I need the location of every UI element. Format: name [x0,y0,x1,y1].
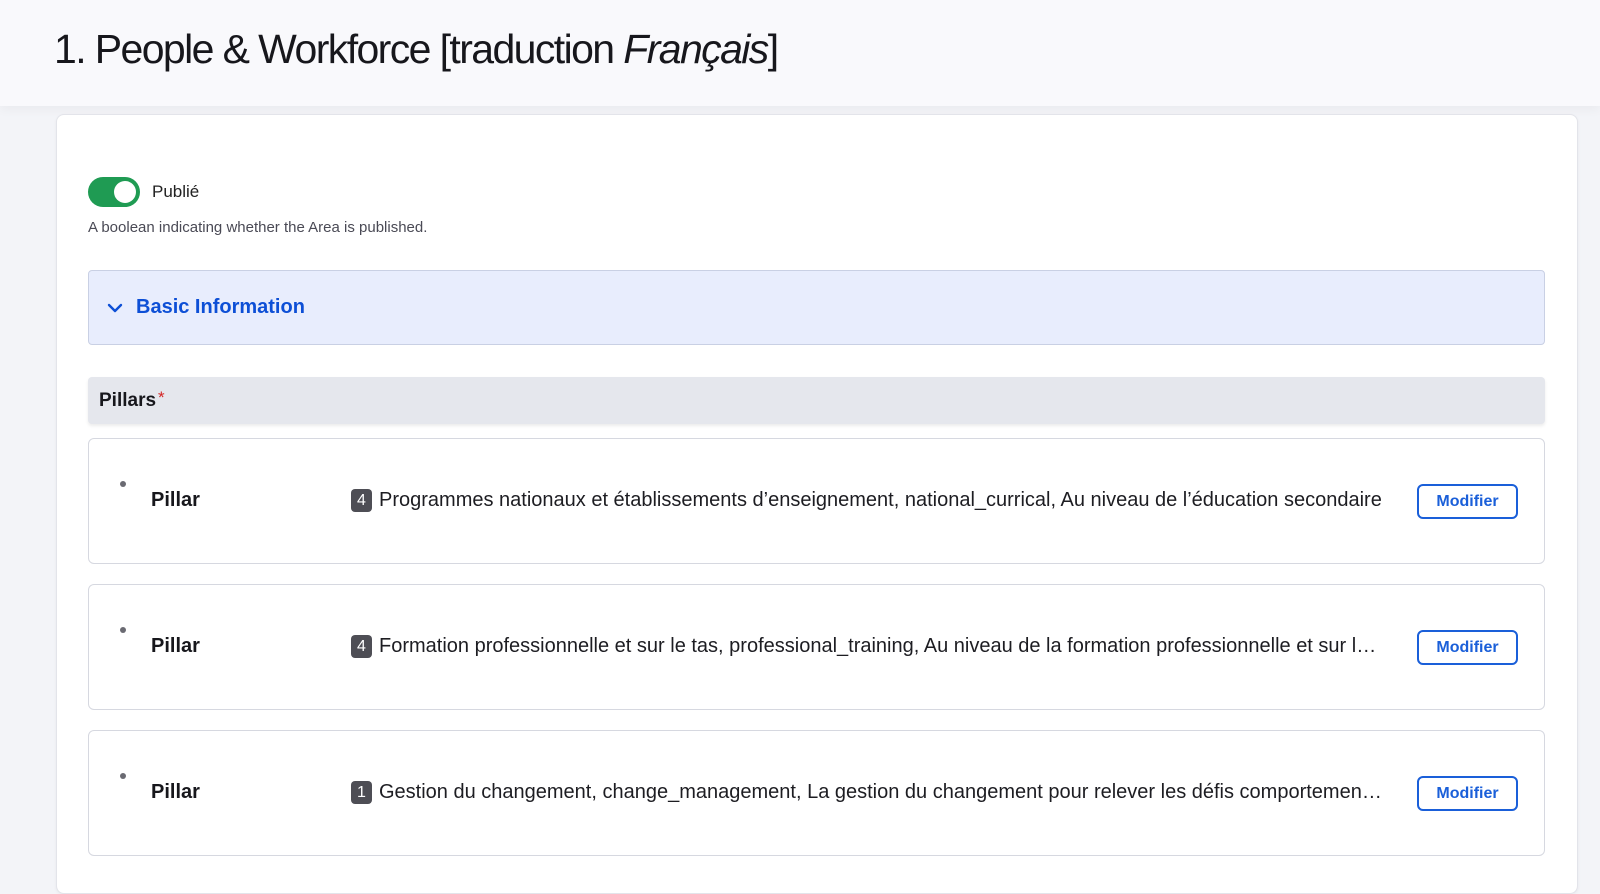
modify-button[interactable]: Modifier [1417,630,1518,665]
modify-button[interactable]: Modifier [1417,484,1518,519]
pillars-header: Pillars * [88,377,1545,424]
modify-button[interactable]: Modifier [1417,776,1518,811]
page-title-end: ] [767,26,779,72]
bullet-icon [120,627,126,633]
published-label: Publié [152,182,200,201]
page-title-main: 1. People & Workforce [traduction [54,26,624,72]
published-toggle-row: Publié [88,177,199,207]
pillar-summary: Formation professionnelle et sur le tas,… [379,635,1387,657]
pillar-label: Pillar [151,635,200,657]
pillar-value: 4 Formation professionnelle et sur le ta… [351,635,1387,658]
bullet-icon [120,481,126,487]
pillar-item: Pillar 4 Programmes nationaux et établis… [88,438,1545,564]
pillar-summary: Programmes nationaux et établissements d… [379,489,1382,511]
pillar-item: Pillar 1 Gestion du changement, change_m… [88,730,1545,856]
published-toggle[interactable] [88,177,140,207]
basic-information-title: Basic Information [136,296,305,318]
pillar-item: Pillar 4 Formation professionnelle et su… [88,584,1545,710]
toggle-knob [114,181,136,203]
pillar-count-badge: 4 [351,635,372,658]
basic-information-accordion[interactable]: Basic Information [88,270,1545,345]
pillar-value: 1 Gestion du changement, change_manageme… [351,781,1387,804]
page-header: 1. People & Workforce [traduction França… [0,0,1600,106]
chevron-down-icon [107,303,123,312]
pillar-value: 4 Programmes nationaux et établissements… [351,489,1387,512]
pillar-summary: Gestion du changement, change_management… [379,781,1387,803]
pillar-label: Pillar [151,489,200,511]
page-title-language: Français [623,26,769,72]
pillar-label: Pillar [151,781,200,803]
page-title: 1. People & Workforce [traduction França… [54,26,779,73]
required-marker: * [158,387,165,407]
pillar-count-badge: 4 [351,489,372,512]
pillar-count-badge: 1 [351,781,372,804]
published-description: A boolean indicating whether the Area is… [88,219,428,236]
pillars-title: Pillars [99,389,157,411]
bullet-icon [120,773,126,779]
edit-form-card: Publié A boolean indicating whether the … [56,114,1578,894]
